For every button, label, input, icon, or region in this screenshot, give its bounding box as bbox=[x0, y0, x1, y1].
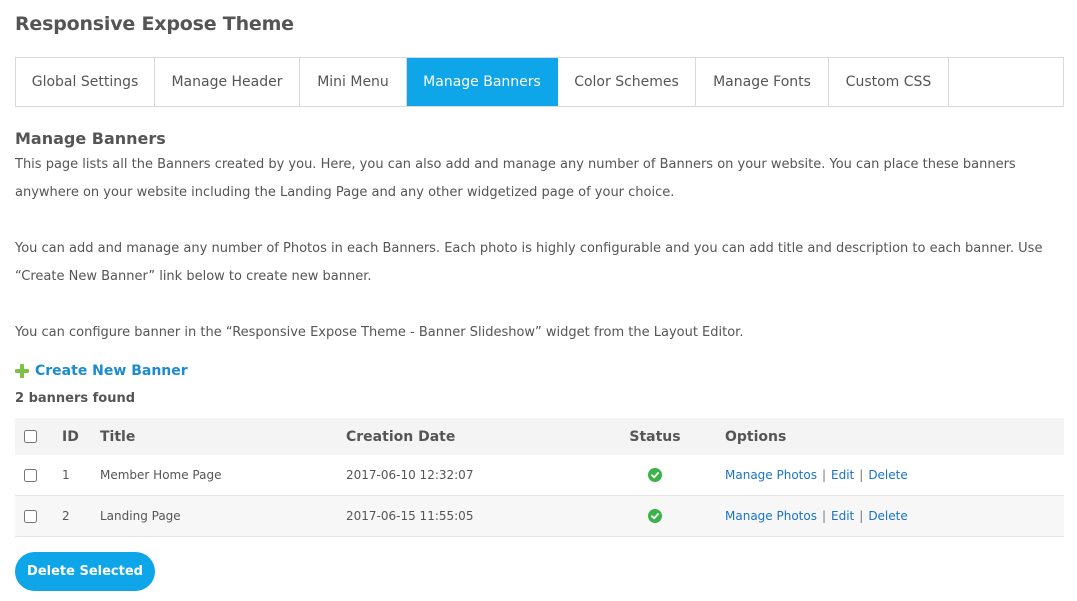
row-title: Landing Page bbox=[100, 509, 181, 523]
select-all-checkbox[interactable] bbox=[24, 430, 37, 443]
options-separator: | bbox=[859, 509, 864, 523]
section-heading: Manage Banners bbox=[15, 129, 166, 148]
create-new-banner-link[interactable]: Create New Banner bbox=[15, 363, 188, 379]
table-row: 2 Landing Page 2017-06-15 11:55:05 Manag… bbox=[15, 496, 1064, 537]
create-new-banner-label: Create New Banner bbox=[35, 363, 188, 379]
options-separator: | bbox=[821, 509, 827, 523]
tab-mini-menu[interactable]: Mini Menu bbox=[300, 58, 407, 106]
options-separator: | bbox=[821, 468, 827, 482]
row-select-cell bbox=[24, 496, 37, 536]
row-select-cell bbox=[24, 455, 37, 495]
row-checkbox[interactable] bbox=[24, 468, 37, 482]
edit-link[interactable]: Edit bbox=[831, 468, 854, 482]
row-id: 2 bbox=[62, 509, 70, 523]
row-creation-date: 2017-06-10 12:32:07 bbox=[346, 468, 474, 482]
row-status bbox=[610, 455, 700, 495]
description-paragraph-2: You can add and manage any number of Pho… bbox=[15, 241, 1043, 284]
header-status: Status bbox=[629, 428, 681, 445]
select-all-cell bbox=[24, 418, 37, 455]
description-paragraph-3: You can configure banner in the “Respons… bbox=[15, 325, 744, 340]
options-separator: | bbox=[859, 468, 864, 482]
edit-link[interactable]: Edit bbox=[831, 509, 854, 523]
table-header-row: ID Title Creation Date Status Options bbox=[15, 418, 1064, 455]
status-enabled-icon bbox=[648, 509, 662, 523]
description-paragraph-1: This page lists all the Banners created … bbox=[15, 157, 1016, 200]
status-enabled-icon bbox=[648, 468, 662, 482]
page-title: Responsive Expose Theme bbox=[15, 13, 294, 35]
header-options: Options bbox=[725, 428, 787, 445]
row-options: Manage Photos | Edit | Delete bbox=[725, 455, 908, 495]
tab-bar: Global Settings Manage Header Mini Menu … bbox=[15, 57, 1064, 107]
delete-link[interactable]: Delete bbox=[868, 509, 907, 523]
header-title: Title bbox=[100, 428, 136, 445]
row-title: Member Home Page bbox=[100, 468, 222, 482]
row-creation-date: 2017-06-15 11:55:05 bbox=[346, 509, 474, 523]
delete-link[interactable]: Delete bbox=[868, 468, 907, 482]
banners-table: ID Title Creation Date Status Options 1 … bbox=[15, 418, 1064, 537]
table-row: 1 Member Home Page 2017-06-10 12:32:07 M… bbox=[15, 455, 1064, 496]
tab-manage-fonts[interactable]: Manage Fonts bbox=[696, 58, 829, 106]
row-status bbox=[610, 496, 700, 536]
manage-photos-link[interactable]: Manage Photos bbox=[725, 468, 817, 482]
header-id: ID bbox=[62, 428, 79, 445]
tab-custom-css[interactable]: Custom CSS bbox=[829, 58, 949, 106]
row-options: Manage Photos | Edit | Delete bbox=[725, 496, 908, 536]
tab-manage-banners[interactable]: Manage Banners bbox=[407, 58, 558, 106]
tab-color-schemes[interactable]: Color Schemes bbox=[558, 58, 696, 106]
row-checkbox[interactable] bbox=[24, 509, 37, 523]
row-id: 1 bbox=[62, 468, 70, 482]
tab-manage-header[interactable]: Manage Header bbox=[155, 58, 300, 106]
delete-selected-button[interactable]: Delete Selected bbox=[15, 552, 155, 591]
manage-photos-link[interactable]: Manage Photos bbox=[725, 509, 817, 523]
header-creation-date: Creation Date bbox=[346, 428, 456, 445]
tab-global-settings[interactable]: Global Settings bbox=[16, 58, 155, 106]
banner-count: 2 banners found bbox=[15, 391, 136, 406]
plus-icon bbox=[15, 364, 29, 378]
